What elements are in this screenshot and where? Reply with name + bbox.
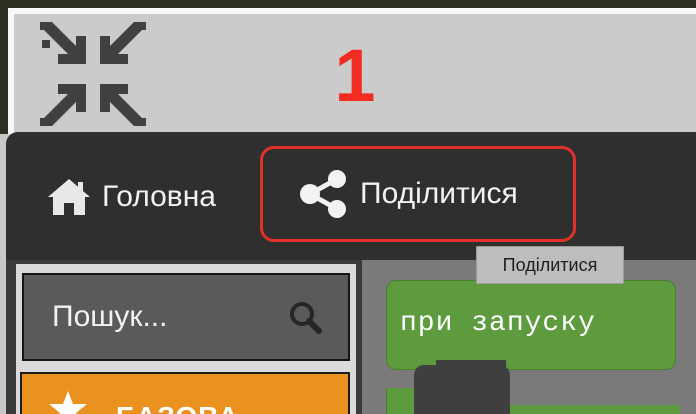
share-button[interactable]: Поділитися <box>260 146 576 242</box>
frame-highlight-top <box>8 8 696 14</box>
home-icon <box>48 179 90 215</box>
on-start-block-arm <box>386 388 414 414</box>
home-label: Головна <box>102 180 216 213</box>
search-placeholder: Пошук... <box>52 300 168 333</box>
toolbox-search-input[interactable]: Пошук... <box>22 273 350 361</box>
on-start-block-bottom <box>510 405 680 414</box>
star-icon <box>49 391 87 414</box>
step-marker: 1 <box>334 34 376 117</box>
frame-highlight-left <box>8 8 14 134</box>
collapse-arrows-icon[interactable] <box>40 22 146 126</box>
home-button[interactable]: Головна <box>46 177 216 217</box>
share-icon <box>300 170 346 218</box>
category-basic[interactable]: БАЗОВА <box>20 372 350 414</box>
search-icon[interactable] <box>288 300 322 334</box>
editor-screenshot: 1 Головна Поділитися Пошук... при запуск… <box>0 0 696 414</box>
share-label: Поділитися <box>360 177 518 210</box>
share-tooltip: Поділитися <box>476 246 624 284</box>
top-nav-bar: Головна Поділитися <box>6 132 696 260</box>
on-start-block-label: при запуску <box>400 308 596 339</box>
block-notch <box>436 360 506 382</box>
category-label: БАЗОВА <box>116 401 239 414</box>
